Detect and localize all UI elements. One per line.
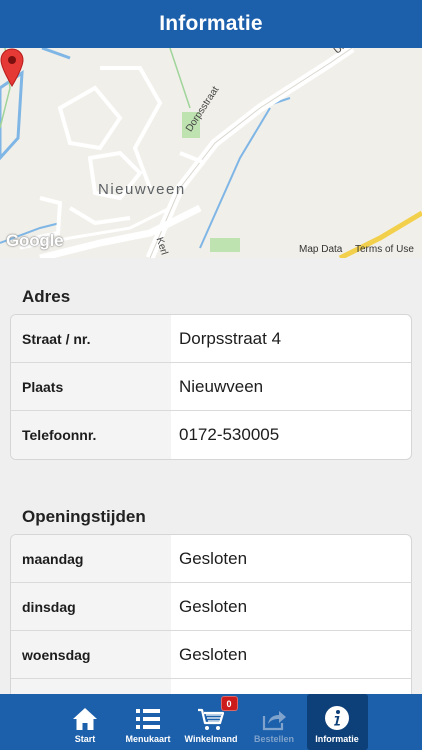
info-icon [325, 706, 349, 730]
address-label: Straat / nr. [11, 315, 171, 362]
page-title: Informatie [159, 12, 263, 35]
address-row-phone[interactable]: Telefoonnr. 0172-530005 [11, 411, 411, 459]
hours-row-tuesday: dinsdag Gesloten [11, 583, 411, 631]
cart-count-badge: 0 [220, 696, 238, 711]
hours-row-monday: maandag Gesloten [11, 535, 411, 583]
tab-label: Winkelmand [184, 734, 238, 744]
map-pin-icon[interactable] [0, 48, 24, 88]
address-section-title: Adres [22, 287, 71, 306]
day-label: maandag [11, 535, 171, 582]
hours-section-title: Openingstijden [22, 507, 146, 526]
tab-winkelmand[interactable]: 0 Winkelmand [181, 694, 242, 750]
map-town-label: Nieuwveen [98, 181, 186, 198]
hours-value: Gesloten [179, 644, 248, 664]
phone-value[interactable]: 0172-530005 [171, 411, 411, 459]
hours-card: maandag Gesloten dinsdag Gesloten woensd… [10, 534, 412, 704]
day-label: dinsdag [11, 583, 171, 630]
tab-informatie[interactable]: Informatie [306, 694, 368, 750]
share-icon [262, 711, 286, 731]
tab-label: Menukaart [125, 734, 171, 744]
map-background [0, 48, 422, 258]
tab-label: Informatie [315, 734, 359, 744]
address-label: Plaats [11, 363, 171, 410]
tab-label: Bestellen [253, 734, 295, 744]
address-value: Dorpsstraat 4 [179, 328, 282, 348]
address-value: Nieuwveen [179, 376, 264, 396]
google-logo: Google [6, 231, 64, 250]
tab-bar: Start Menukaart 0 Winkelmand Bestellen I… [0, 694, 422, 750]
address-card: Straat / nr. Dorpsstraat 4 Plaats Nieuwv… [10, 314, 412, 460]
cart-icon [198, 708, 225, 730]
tab-label: Start [74, 734, 96, 744]
hours-value: Gesloten [179, 596, 248, 616]
navigation-bar: Informatie [0, 0, 422, 48]
tab-start[interactable]: Start [55, 694, 116, 750]
map-view[interactable]: Nieuwveen Dorpsstraat Kerl Ui Google Map… [0, 48, 422, 258]
hours-value: Gesloten [179, 548, 248, 568]
address-row-city: Plaats Nieuwveen [11, 363, 411, 411]
tab-bestellen[interactable]: Bestellen [244, 694, 305, 750]
map-data-link[interactable]: Map Data [299, 244, 342, 255]
list-icon [136, 709, 160, 729]
day-label: woensdag [11, 631, 171, 678]
tab-menukaart[interactable]: Menukaart [118, 694, 179, 750]
hours-row-wednesday: woensdag Gesloten [11, 631, 411, 679]
address-row-street: Straat / nr. Dorpsstraat 4 [11, 315, 411, 363]
address-label: Telefoonnr. [11, 411, 171, 459]
terms-of-use-link[interactable]: Terms of Use [355, 244, 414, 255]
home-icon [73, 708, 97, 730]
